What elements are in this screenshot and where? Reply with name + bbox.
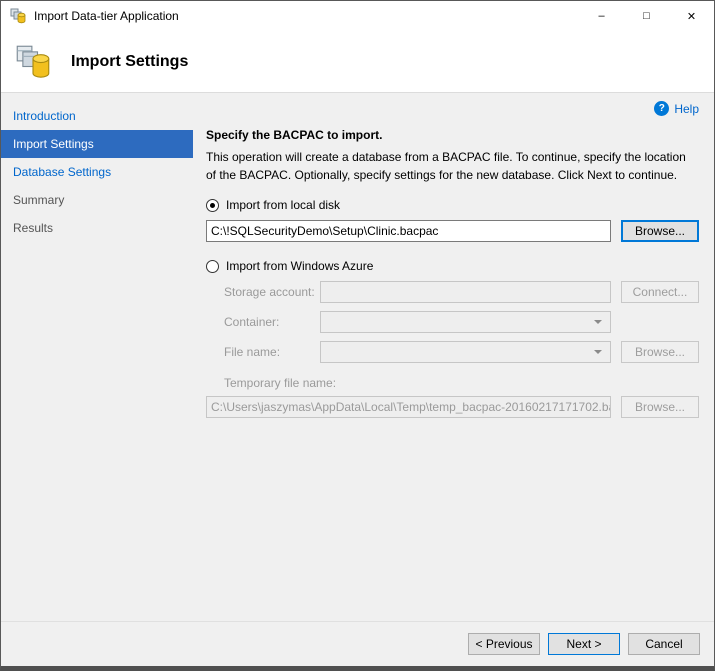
wizard-body: Introduction Import Settings Database Se… — [1, 93, 714, 621]
sidebar-item-introduction[interactable]: Introduction — [1, 102, 193, 130]
sidebar-item-label: Summary — [13, 193, 64, 207]
container-label: Container: — [224, 315, 320, 329]
sidebar-item-database-settings[interactable]: Database Settings — [1, 158, 193, 186]
local-browse-button[interactable]: Browse... — [621, 220, 699, 242]
azure-radio-label: Import from Windows Azure — [226, 259, 373, 273]
wizard-header: Import Settings — [1, 31, 714, 93]
file-name-row: File name: Browse... — [224, 341, 699, 363]
local-disk-radio-label: Import from local disk — [226, 198, 340, 212]
cancel-button[interactable]: Cancel — [628, 633, 700, 655]
minimize-icon[interactable]: – — [579, 1, 624, 31]
import-settings-panel: ? Help Specify the BACPAC to import. Thi… — [193, 93, 714, 621]
window-title: Import Data-tier Application — [34, 9, 179, 23]
local-disk-radio-row: Import from local disk — [206, 198, 699, 212]
help-link[interactable]: ? Help — [654, 101, 699, 116]
section-description: This operation will create a database fr… — [206, 148, 699, 184]
maximize-icon[interactable]: □ — [624, 1, 669, 31]
sidebar-item-label: Results — [13, 221, 53, 235]
sidebar-item-label: Database Settings — [13, 165, 111, 179]
sidebar-item-results: Results — [1, 214, 193, 242]
local-disk-radio[interactable] — [206, 199, 219, 212]
section-heading: Specify the BACPAC to import. — [206, 128, 699, 142]
storage-account-row: Storage account: Connect... — [224, 281, 699, 303]
temp-file-row: C:\Users\jaszymas\AppData\Local\Temp\tem… — [206, 396, 699, 418]
storage-account-input — [320, 281, 611, 303]
wizard-steps-sidebar: Introduction Import Settings Database Se… — [1, 93, 193, 621]
help-label: Help — [674, 102, 699, 116]
close-icon[interactable]: ✕ — [669, 1, 714, 31]
previous-button[interactable]: < Previous — [468, 633, 540, 655]
container-row: Container: — [224, 311, 699, 333]
app-icon — [10, 8, 26, 24]
sidebar-item-import-settings[interactable]: Import Settings — [1, 130, 193, 158]
sidebar-item-summary: Summary — [1, 186, 193, 214]
temp-file-name-label: Temporary file name: — [224, 376, 699, 390]
help-icon: ? — [654, 101, 669, 116]
azure-radio-row: Import from Windows Azure — [206, 259, 699, 273]
local-path-row: Browse... — [206, 220, 699, 242]
container-dropdown — [320, 311, 611, 333]
bacpac-path-input[interactable] — [206, 220, 611, 242]
page-title: Import Settings — [71, 53, 188, 71]
chevron-down-icon — [594, 320, 602, 324]
help-row: ? Help — [206, 101, 699, 116]
temp-browse-button: Browse... — [621, 396, 699, 418]
azure-fields: Storage account: Connect... Container: F… — [224, 273, 699, 363]
azure-browse-button: Browse... — [621, 341, 699, 363]
storage-account-label: Storage account: — [224, 285, 320, 299]
sidebar-item-label: Import Settings — [13, 137, 94, 151]
sidebar-item-label: Introduction — [13, 109, 76, 123]
chevron-down-icon — [594, 350, 602, 354]
file-name-label: File name: — [224, 345, 320, 359]
file-name-dropdown — [320, 341, 611, 363]
titlebar: Import Data-tier Application – □ ✕ — [1, 1, 714, 31]
wizard-footer: < Previous Next > Cancel — [1, 621, 714, 666]
next-button[interactable]: Next > — [548, 633, 620, 655]
temp-file-input: C:\Users\jaszymas\AppData\Local\Temp\tem… — [206, 396, 611, 418]
azure-radio[interactable] — [206, 260, 219, 273]
import-settings-icon — [15, 44, 51, 80]
window-controls: – □ ✕ — [579, 1, 714, 31]
connect-button: Connect... — [621, 281, 699, 303]
import-data-tier-application-window: Import Data-tier Application – □ ✕ Impor… — [0, 0, 715, 671]
